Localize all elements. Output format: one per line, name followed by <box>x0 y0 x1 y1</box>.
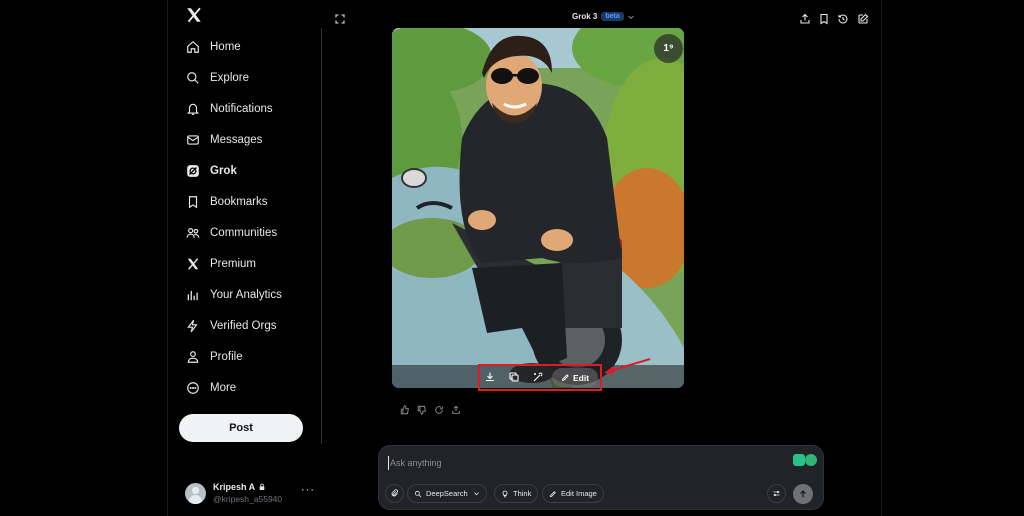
annotation-arrow <box>604 358 651 374</box>
nav-label: Communities <box>210 226 278 239</box>
sliders-icon <box>773 490 780 497</box>
nav-notifications[interactable]: Notifications <box>168 93 322 124</box>
cartoon-biker-illustration <box>392 28 684 388</box>
more-circle-icon <box>187 381 199 394</box>
lightning-icon <box>187 319 198 332</box>
nav-label: Profile <box>210 350 243 363</box>
attach-button[interactable] <box>385 484 404 503</box>
bell-icon <box>186 103 200 115</box>
settings-button[interactable] <box>767 484 786 503</box>
main-nav: Home Explore Notifications Messages Grok… <box>168 31 322 403</box>
envelope-icon <box>187 134 199 145</box>
account-name: Kripesh A <box>213 482 256 492</box>
generated-image[interactable]: 1⁹ <box>392 28 684 388</box>
annotation-highlight-box <box>478 364 602 391</box>
thumbs-down-icon[interactable] <box>417 405 427 415</box>
nav-grok[interactable]: Grok <box>168 155 322 186</box>
lock-icon <box>259 483 265 490</box>
beta-badge: beta <box>601 12 624 21</box>
edit-image-chip[interactable]: Edit Image <box>542 484 604 503</box>
deepsearch-label: DeepSearch <box>426 489 468 498</box>
think-button[interactable]: Think <box>494 484 539 503</box>
composer: DeepSearch Think Edit Image <box>378 445 824 510</box>
edit-image-label: Edit Image <box>561 489 597 498</box>
variation-counter[interactable]: 1⁹ <box>654 34 683 63</box>
bar-chart-icon <box>187 290 198 300</box>
pencil-icon <box>549 490 556 497</box>
nav-premium[interactable]: Premium <box>168 248 322 279</box>
share-icon[interactable] <box>451 405 461 415</box>
nav-more[interactable]: More <box>168 372 322 403</box>
nav-verified-orgs[interactable]: Verified Orgs <box>168 310 322 341</box>
regenerate-icon[interactable] <box>434 405 444 415</box>
sidebar: Home Explore Notifications Messages Grok… <box>168 0 322 516</box>
nav-label: Home <box>210 40 241 53</box>
column-divider <box>321 28 322 444</box>
thumbs-up-icon[interactable] <box>400 405 410 415</box>
location-pin-icon <box>793 454 805 466</box>
person-icon <box>187 350 199 363</box>
chevron-down-icon[interactable] <box>473 490 480 497</box>
history-icon[interactable] <box>837 13 849 25</box>
nav-bookmarks[interactable]: Bookmarks <box>168 186 322 217</box>
nav-analytics[interactable]: Your Analytics <box>168 279 322 310</box>
bookmark-icon <box>188 195 198 208</box>
grammar-icon <box>805 454 817 466</box>
nav-explore[interactable]: Explore <box>168 62 322 93</box>
think-label: Think <box>513 489 532 498</box>
account-handle: @kripesh_a55940 <box>213 494 283 504</box>
x-logo-icon[interactable] <box>185 6 203 24</box>
nav-profile[interactable]: Profile <box>168 341 322 372</box>
nav-label: Your Analytics <box>210 288 282 301</box>
account-name-row: Kripesh A <box>213 481 282 493</box>
grok-icon <box>187 164 199 177</box>
model-selector[interactable]: Grok 3 beta <box>572 12 635 21</box>
x-logo-icon <box>187 257 199 270</box>
nav-label: Notifications <box>210 102 273 115</box>
home-icon <box>187 40 199 53</box>
nav-label: Premium <box>210 257 257 270</box>
nav-label: Verified Orgs <box>210 319 277 332</box>
ask-input[interactable] <box>388 456 778 470</box>
people-icon <box>186 227 200 238</box>
expand-icon[interactable] <box>334 13 346 25</box>
nav-communities[interactable]: Communities <box>168 217 322 248</box>
nav-label: More <box>210 381 237 394</box>
account-switcher[interactable]: Kripesh A @kripesh_a55940 ··· <box>185 478 315 508</box>
model-name: Grok 3 <box>572 12 598 21</box>
nav-label: Grok <box>210 164 237 177</box>
search-icon <box>187 71 199 84</box>
paperclip-icon <box>391 489 398 497</box>
arrow-up-icon <box>800 490 806 498</box>
lightbulb-icon <box>502 490 508 497</box>
nav-label: Bookmarks <box>210 195 268 208</box>
nav-home[interactable]: Home <box>168 31 322 62</box>
nav-messages[interactable]: Messages <box>168 124 322 155</box>
nav-label: Messages <box>210 133 263 146</box>
new-chat-icon[interactable] <box>857 13 869 25</box>
post-button[interactable]: Post <box>179 414 303 442</box>
deepsearch-button[interactable]: DeepSearch <box>407 484 487 503</box>
account-more-icon[interactable]: ··· <box>301 484 315 496</box>
share-icon[interactable] <box>799 13 811 25</box>
bookmark-icon[interactable] <box>818 13 830 25</box>
chevron-down-icon <box>628 15 634 19</box>
deepsearch-icon <box>414 490 422 497</box>
avatar <box>185 482 206 504</box>
send-button[interactable] <box>793 484 813 504</box>
extension-badge[interactable] <box>793 454 817 466</box>
nav-label: Explore <box>210 71 249 84</box>
